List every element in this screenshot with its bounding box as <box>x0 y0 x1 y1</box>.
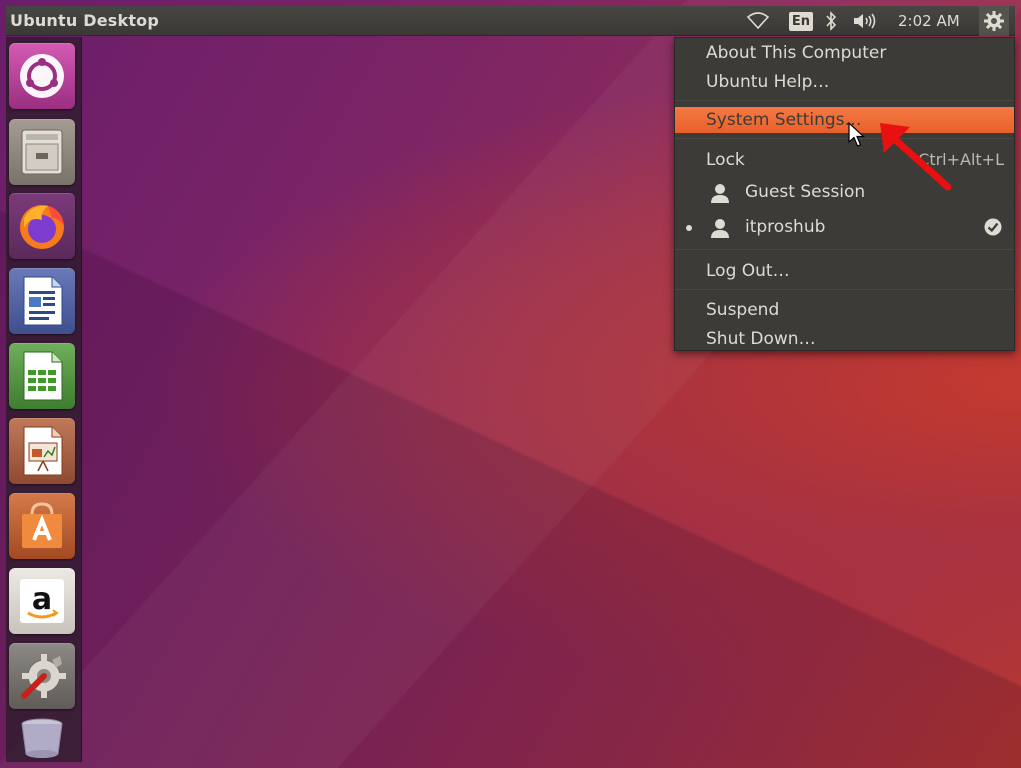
svg-text:a: a <box>32 582 52 617</box>
calc-icon <box>23 351 63 401</box>
user-icon <box>711 184 729 203</box>
launcher-files[interactable] <box>9 119 75 185</box>
launcher-dash-home[interactable] <box>9 43 75 109</box>
settings-wrench-icon <box>21 654 66 699</box>
menu-item-help[interactable]: Ubuntu Help… <box>675 69 1014 95</box>
writer-icon <box>23 276 63 326</box>
launcher-firefox[interactable] <box>9 193 75 259</box>
amazon-icon: a <box>20 579 64 623</box>
shopping-bag-icon <box>22 502 62 548</box>
menu-separator <box>675 138 1014 139</box>
launcher-libreoffice-impress[interactable] <box>9 418 75 484</box>
menu-item-about[interactable]: About This Computer <box>675 40 1014 66</box>
wifi-icon[interactable] <box>744 6 772 36</box>
keyboard-indicator[interactable]: En <box>788 6 814 36</box>
user-icon <box>711 219 729 238</box>
window-title: Ubuntu Desktop <box>10 11 160 30</box>
launcher-libreoffice-writer[interactable] <box>9 268 75 334</box>
launcher-system-settings[interactable] <box>9 643 75 709</box>
file-cabinet-icon <box>21 129 63 175</box>
menu-item-log-out[interactable]: Log Out… <box>675 258 1014 284</box>
menu-item-system-settings[interactable]: System Settings… <box>675 107 1014 133</box>
launcher-trash[interactable] <box>9 715 75 761</box>
desktop-screen: Ubuntu Desktop En 2:02 AM a About This C… <box>0 0 1021 768</box>
check-icon <box>984 218 1002 236</box>
firefox-icon <box>20 205 64 249</box>
impress-icon <box>23 426 63 476</box>
launcher-software-center[interactable] <box>9 493 75 559</box>
mouse-cursor-icon <box>848 122 866 147</box>
launcher-amazon[interactable]: a <box>9 568 75 634</box>
menu-item-guest-session[interactable]: Guest Session <box>675 179 1014 205</box>
keyboard-layout-label: En <box>788 11 814 31</box>
launcher: a <box>6 37 82 762</box>
volume-icon[interactable] <box>849 6 883 36</box>
launcher-libreoffice-calc[interactable] <box>9 343 75 409</box>
menu-separator <box>675 249 1014 250</box>
menu-separator <box>675 289 1014 290</box>
menu-item-lock[interactable]: Lock Ctrl+Alt+L <box>675 147 1014 173</box>
menu-separator <box>675 100 1014 101</box>
menu-item-shut-down[interactable]: Shut Down… <box>675 326 1014 352</box>
top-panel: Ubuntu Desktop En 2:02 AM <box>6 6 1015 36</box>
menu-item-user[interactable]: itproshub <box>675 214 1014 240</box>
active-user-bullet <box>686 225 692 231</box>
bluetooth-icon[interactable] <box>820 6 842 36</box>
annotation-arrow-icon <box>880 123 952 191</box>
clock[interactable]: 2:02 AM <box>898 12 960 30</box>
menu-item-suspend[interactable]: Suspend <box>675 297 1014 323</box>
trash-icon <box>21 718 63 758</box>
ubuntu-logo-icon <box>20 54 64 98</box>
gear-icon[interactable] <box>979 6 1009 36</box>
session-menu: About This Computer Ubuntu Help… System … <box>674 37 1015 351</box>
